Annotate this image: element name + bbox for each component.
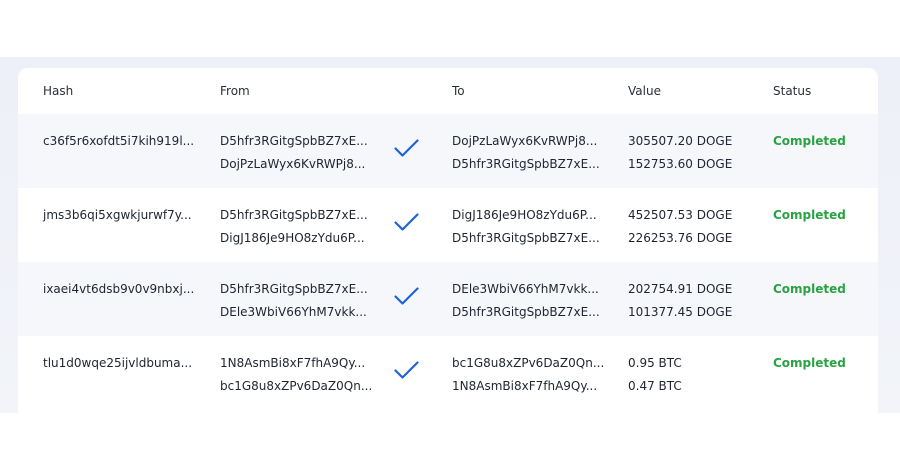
transaction-value: 101377.45 DOGE bbox=[628, 305, 733, 319]
transaction-value: 152753.60 DOGE bbox=[628, 157, 733, 171]
transaction-hash[interactable]: tlu1d0wqe25ijvldbuma... bbox=[43, 356, 192, 370]
table-row[interactable]: ixaei4vt6dsb9v0v9nbxj... D5hfr3RGitgSpbB… bbox=[18, 262, 878, 336]
transaction-value: 305507.20 DOGE bbox=[628, 134, 733, 148]
to-address[interactable]: D5hfr3RGitgSpbBZ7xE... bbox=[452, 231, 600, 245]
to-address[interactable]: D5hfr3RGitgSpbBZ7xE... bbox=[452, 157, 600, 171]
header-from: From bbox=[220, 84, 250, 98]
status-badge: Completed bbox=[773, 208, 846, 222]
to-address[interactable]: DEle3WbiV66YhM7vkk... bbox=[452, 282, 599, 296]
checkmark-icon bbox=[394, 361, 419, 379]
transaction-value: 202754.91 DOGE bbox=[628, 282, 733, 296]
transaction-value: 0.47 BTC bbox=[628, 379, 682, 393]
from-address[interactable]: D5hfr3RGitgSpbBZ7xE... bbox=[220, 208, 368, 222]
transactions-table: Hash From To Value Status c36f5r6xofdt5i… bbox=[18, 68, 878, 413]
from-address[interactable]: D5hfr3RGitgSpbBZ7xE... bbox=[220, 134, 368, 148]
from-address[interactable]: D5hfr3RGitgSpbBZ7xE... bbox=[220, 282, 368, 296]
to-address[interactable]: DigJ186Je9HO8zYdu6P... bbox=[452, 208, 597, 222]
transaction-value: 226253.76 DOGE bbox=[628, 231, 733, 245]
table-row[interactable]: jms3b6qi5xgwkjurwf7y... D5hfr3RGitgSpbBZ… bbox=[18, 188, 878, 262]
to-address[interactable]: DojPzLaWyx6KvRWPj8... bbox=[452, 134, 597, 148]
transaction-value: 452507.53 DOGE bbox=[628, 208, 733, 222]
transaction-value: 0.95 BTC bbox=[628, 356, 682, 370]
status-badge: Completed bbox=[773, 134, 846, 148]
status-badge: Completed bbox=[773, 282, 846, 296]
checkmark-icon bbox=[394, 139, 419, 157]
transaction-hash[interactable]: c36f5r6xofdt5i7kih919l... bbox=[43, 134, 194, 148]
header-to: To bbox=[452, 84, 465, 98]
transaction-hash[interactable]: jms3b6qi5xgwkjurwf7y... bbox=[43, 208, 192, 222]
from-address[interactable]: DEle3WbiV66YhM7vkk... bbox=[220, 305, 367, 319]
table-row[interactable]: c36f5r6xofdt5i7kih919l... D5hfr3RGitgSpb… bbox=[18, 114, 878, 188]
to-address[interactable]: D5hfr3RGitgSpbBZ7xE... bbox=[452, 305, 600, 319]
to-address[interactable]: 1N8AsmBi8xF7fhA9Qy... bbox=[452, 379, 597, 393]
from-address[interactable]: DojPzLaWyx6KvRWPj8... bbox=[220, 157, 365, 171]
from-address[interactable]: DigJ186Je9HO8zYdu6P... bbox=[220, 231, 365, 245]
transaction-hash[interactable]: ixaei4vt6dsb9v0v9nbxj... bbox=[43, 282, 194, 296]
checkmark-icon bbox=[394, 213, 419, 231]
checkmark-icon bbox=[394, 287, 419, 305]
header-hash: Hash bbox=[43, 84, 74, 98]
status-badge: Completed bbox=[773, 356, 846, 370]
from-address[interactable]: 1N8AsmBi8xF7fhA9Qy... bbox=[220, 356, 365, 370]
table-header: Hash From To Value Status bbox=[18, 68, 878, 114]
header-value: Value bbox=[628, 84, 661, 98]
header-status: Status bbox=[773, 84, 812, 98]
from-address[interactable]: bc1G8u8xZPv6DaZ0Qn... bbox=[220, 379, 372, 393]
table-row[interactable]: tlu1d0wqe25ijvldbuma... 1N8AsmBi8xF7fhA9… bbox=[18, 336, 878, 410]
to-address[interactable]: bc1G8u8xZPv6DaZ0Qn... bbox=[452, 356, 604, 370]
